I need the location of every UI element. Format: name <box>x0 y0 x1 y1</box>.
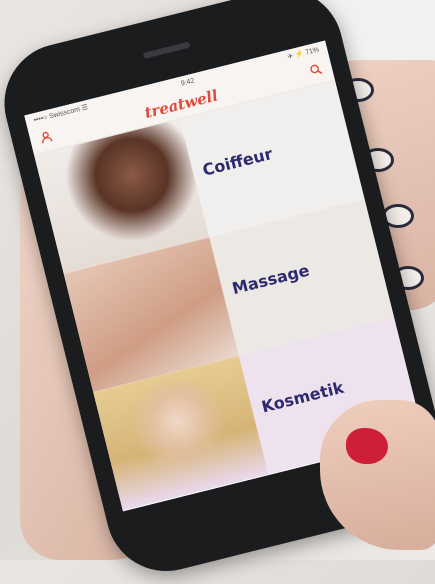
photo-scene: ••••○ Swisscom ☰ 9:42 ✈ ⚡ 71% treatwell … <box>0 0 435 584</box>
category-label: Massage <box>230 260 312 299</box>
user-icon[interactable] <box>39 129 54 146</box>
phone-speaker <box>142 41 191 59</box>
category-label: Kosmetik <box>259 377 346 417</box>
search-icon[interactable] <box>308 62 323 79</box>
red-nail <box>346 428 388 464</box>
category-label: Coiffeur <box>200 144 275 180</box>
status-time: 9:42 <box>180 76 196 88</box>
